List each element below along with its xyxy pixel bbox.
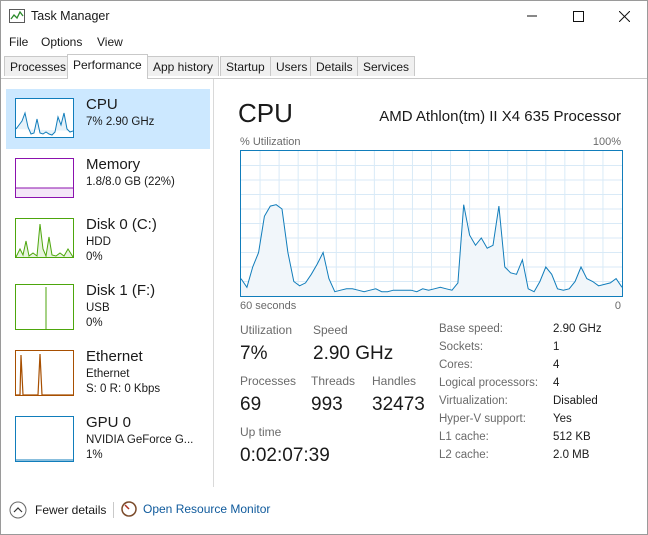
spec-value: 2.90 GHz	[553, 323, 602, 335]
tab-details[interactable]: Details	[310, 56, 359, 76]
graph-label-time: 60 seconds	[240, 300, 297, 312]
handles-label: Handles	[372, 374, 417, 388]
processes-value: 69	[240, 394, 262, 415]
tab-performance[interactable]: Performance	[67, 54, 148, 79]
open-resource-monitor-link[interactable]: Open Resource Monitor	[121, 501, 270, 517]
close-button[interactable]	[601, 1, 647, 31]
ethernet-adapter: Ethernet	[86, 368, 130, 380]
spec-value: 4	[553, 359, 560, 371]
spec-label: Sockets:	[439, 341, 484, 353]
spec-label: L1 cache:	[439, 431, 489, 443]
spec-label: L2 cache:	[439, 449, 489, 461]
sidebar-item-gpu-0[interactable]: GPU 0 NVIDIA GeForce G... 1%	[6, 407, 210, 467]
sidebar-item-memory[interactable]: Memory 1.8/8.0 GB (22%)	[6, 149, 210, 209]
footer-divider	[113, 502, 114, 518]
spec-value: Yes	[553, 413, 572, 425]
menu-file[interactable]: File	[9, 35, 28, 49]
close-icon	[618, 10, 630, 22]
cpu-usage-text: 7% 2.90 GHz	[86, 116, 155, 128]
tab-services[interactable]: Services	[357, 56, 416, 76]
processor-name: AMD Athlon(tm) II X4 635 Processor	[379, 108, 621, 125]
minimize-icon	[527, 15, 537, 17]
title-bar[interactable]: Task Manager	[1, 1, 647, 31]
spec-value: 512 KB	[553, 431, 591, 443]
spec-value: 4	[553, 377, 560, 389]
threads-label: Threads	[311, 374, 356, 388]
menu-options[interactable]: Options	[41, 35, 82, 49]
task-manager-window: Task Manager File Options View Processes…	[0, 0, 648, 535]
uptime-label: Up time	[240, 425, 282, 439]
chevron-up-circle-icon	[9, 501, 27, 519]
cpu-graph-svg	[240, 151, 623, 296]
sidebar-item-disk-0[interactable]: Disk 0 (C:) HDD 0%	[6, 209, 210, 269]
cpu-label: CPU	[86, 96, 118, 113]
spec-label: Hyper-V support:	[439, 413, 526, 425]
tab-startup[interactable]: Startup	[220, 56, 271, 76]
disk-0-usage: 0%	[86, 251, 103, 263]
task-manager-icon	[9, 9, 25, 23]
gpu-0-usage: 1%	[86, 449, 103, 461]
fewer-details-button[interactable]: Fewer details	[9, 501, 106, 519]
disk-1-usage: 0%	[86, 317, 103, 329]
utilization-value: 7%	[240, 343, 268, 364]
maximize-button[interactable]	[555, 1, 601, 31]
spec-value: 2.0 MB	[553, 449, 590, 461]
spec-value: 1	[553, 341, 560, 353]
disk-1-thumbnail-graph	[15, 284, 74, 330]
uptime-value: 0:02:07:39	[240, 445, 330, 466]
tab-strip: Processes Performance App history Startu…	[1, 54, 647, 79]
threads-value: 993	[311, 394, 343, 415]
spec-label: Base speed:	[439, 323, 503, 335]
graph-label-max: 100%	[592, 136, 621, 148]
memory-label: Memory	[86, 156, 141, 173]
spec-label: Cores:	[439, 359, 473, 371]
ethernet-throughput: S: 0 R: 0 Kbps	[86, 383, 161, 395]
memory-thumbnail-graph	[15, 158, 74, 198]
sidebar-item-ethernet[interactable]: Ethernet Ethernet S: 0 R: 0 Kbps	[6, 341, 210, 401]
speed-value: 2.90 GHz	[313, 343, 394, 364]
graph-label-utilization: % Utilization	[240, 136, 301, 148]
disk-0-label: Disk 0 (C:)	[86, 216, 157, 233]
page-title: CPU	[238, 98, 293, 128]
menu-bar: File Options View	[1, 32, 647, 52]
gpu-0-label: GPU 0	[86, 414, 132, 431]
open-resource-monitor-label: Open Resource Monitor	[143, 502, 271, 516]
ethernet-label: Ethernet	[86, 348, 143, 365]
memory-usage-text: 1.8/8.0 GB (22%)	[86, 176, 175, 188]
utilization-label: Utilization	[240, 323, 293, 337]
disk-1-label: Disk 1 (F:)	[86, 282, 156, 299]
spec-value: Disabled	[553, 395, 598, 407]
spec-label: Virtualization:	[439, 395, 508, 407]
processes-label: Processes	[240, 374, 297, 388]
minimize-button[interactable]	[509, 1, 555, 31]
handles-value: 32473	[372, 394, 425, 415]
sidebar-item-disk-1[interactable]: Disk 1 (F:) USB 0%	[6, 275, 210, 335]
gpu-0-thumbnail-graph	[15, 416, 74, 462]
tab-processes[interactable]: Processes	[4, 56, 73, 76]
resource-monitor-icon	[121, 501, 137, 517]
graph-label-min: 0	[614, 300, 621, 312]
tab-app-history[interactable]: App history	[147, 56, 220, 76]
resource-sidebar: CPU 7% 2.90 GHz Memory 1.8/8.0 GB (22%) …	[1, 79, 214, 487]
maximize-icon	[572, 10, 584, 22]
spec-label: Logical processors:	[439, 377, 539, 389]
ethernet-thumbnail-graph	[15, 350, 74, 396]
tab-users[interactable]: Users	[270, 56, 314, 76]
fewer-details-label: Fewer details	[35, 503, 107, 517]
footer-bar: Fewer details Open Resource Monitor	[1, 493, 647, 533]
cpu-thumbnail-graph	[15, 98, 74, 138]
menu-view[interactable]: View	[97, 35, 123, 49]
cpu-utilization-graph	[240, 150, 623, 297]
disk-1-type: USB	[86, 302, 110, 314]
speed-label: Speed	[313, 323, 348, 337]
sidebar-item-cpu[interactable]: CPU 7% 2.90 GHz	[6, 89, 210, 149]
window-title: Task Manager	[31, 9, 110, 23]
gpu-0-model: NVIDIA GeForce G...	[86, 434, 194, 446]
disk-0-thumbnail-graph	[15, 218, 74, 258]
disk-0-type: HDD	[86, 236, 111, 248]
